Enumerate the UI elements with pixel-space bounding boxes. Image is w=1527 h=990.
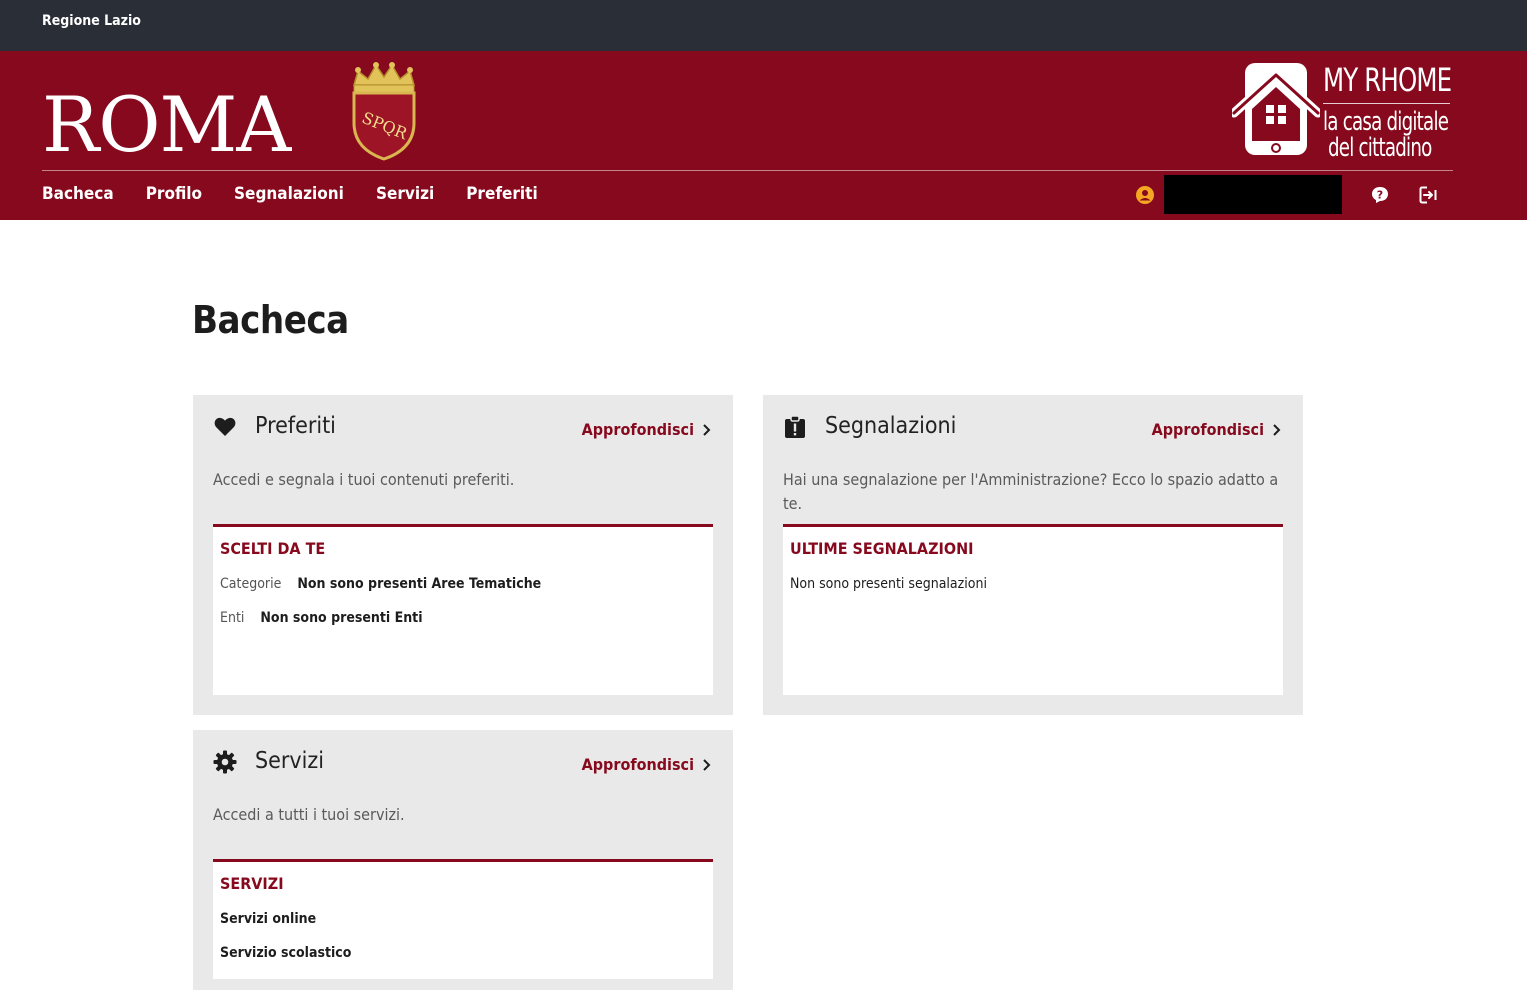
svg-text:?: ? bbox=[1377, 189, 1383, 202]
card-title: Servizi bbox=[255, 748, 324, 774]
empty-message: Non sono presenti segnalazioni bbox=[790, 576, 987, 592]
categorie-row: Categorie Non sono presenti Aree Tematic… bbox=[220, 576, 541, 592]
servizio-scolastico-link[interactable]: Servizio scolastico bbox=[220, 945, 351, 961]
main-nav: Bacheca Profilo Segnalazioni Servizi Pre… bbox=[42, 181, 570, 207]
enti-row: Enti Non sono presenti Enti bbox=[220, 610, 423, 626]
nav-item-segnalazioni[interactable]: Segnalazioni bbox=[234, 181, 344, 207]
logout-icon[interactable] bbox=[1418, 185, 1438, 205]
card-description: Hai una segnalazione per l'Amministrazio… bbox=[783, 470, 1279, 513]
nav-item-preferiti[interactable]: Preferiti bbox=[466, 181, 538, 207]
card-preferiti: Preferiti Approfondisci Accedi e segnala… bbox=[193, 395, 733, 715]
myrhome-logo[interactable]: MY RHOME la casa digitale del cittadino bbox=[1232, 61, 1454, 163]
site-header: ROMA SPQR MY RHOME la casa digitale del … bbox=[0, 51, 1527, 220]
scelti-da-te-panel: SCELTI DA TE Categorie Non sono presenti… bbox=[213, 524, 713, 695]
top-bar: Regione Lazio bbox=[0, 0, 1527, 51]
brand-title: MY RHOME bbox=[1323, 61, 1452, 99]
brand-subtitle-1: la casa digitale bbox=[1323, 107, 1449, 137]
heart-icon bbox=[214, 417, 236, 436]
spqr-crest-icon: SPQR bbox=[352, 62, 416, 161]
approfondisci-link[interactable]: Approfondisci bbox=[582, 420, 711, 439]
ultime-segnalazioni-panel: ULTIME SEGNALAZIONI Non sono presenti se… bbox=[783, 524, 1283, 695]
card-servizi: Servizi Approfondisci Accedi a tutti i t… bbox=[193, 730, 733, 990]
nav-item-profilo[interactable]: Profilo bbox=[146, 181, 202, 207]
chevron-right-icon bbox=[703, 423, 711, 436]
row-value: Non sono presenti Enti bbox=[260, 610, 423, 626]
card-description: Accedi a tutti i tuoi servizi. bbox=[213, 805, 405, 824]
chevron-right-icon bbox=[1273, 423, 1281, 436]
panel-title: ULTIME SEGNALAZIONI bbox=[790, 539, 974, 558]
card-description: Accedi e segnala i tuoi contenuti prefer… bbox=[213, 470, 515, 489]
servizi-online-link[interactable]: Servizi online bbox=[220, 911, 316, 927]
link-label: Approfondisci bbox=[581, 420, 694, 439]
header-divider bbox=[42, 170, 1453, 171]
nav-item-bacheca[interactable]: Bacheca bbox=[42, 181, 114, 207]
gear-icon bbox=[213, 750, 237, 774]
roma-logo[interactable]: ROMA bbox=[42, 87, 291, 163]
panel-title: SCELTI DA TE bbox=[220, 539, 326, 558]
clipboard-alert-icon bbox=[785, 415, 805, 438]
link-label: Approfondisci bbox=[581, 755, 694, 774]
card-title: Preferiti bbox=[255, 413, 336, 439]
help-icon[interactable]: ? bbox=[1370, 185, 1390, 205]
brand-subtitle-2: del cittadino bbox=[1328, 133, 1432, 163]
row-label: Enti bbox=[220, 610, 245, 626]
row-value: Non sono presenti Aree Tematiche bbox=[297, 576, 542, 592]
chevron-right-icon bbox=[703, 758, 711, 771]
approfondisci-link[interactable]: Approfondisci bbox=[582, 755, 711, 774]
user-name[interactable] bbox=[1164, 175, 1342, 214]
brand-divider bbox=[1323, 103, 1450, 104]
region-link[interactable]: Regione Lazio bbox=[42, 13, 141, 29]
link-label: Approfondisci bbox=[1151, 420, 1264, 439]
approfondisci-link[interactable]: Approfondisci bbox=[1152, 420, 1281, 439]
nav-item-servizi[interactable]: Servizi bbox=[376, 181, 434, 207]
panel-title: SERVIZI bbox=[220, 874, 284, 893]
servizi-panel: SERVIZI Servizi online Servizio scolasti… bbox=[213, 859, 713, 979]
house-phone-icon bbox=[1232, 63, 1320, 155]
row-label: Categorie bbox=[220, 576, 282, 592]
card-segnalazioni: Segnalazioni Approfondisci Hai una segna… bbox=[763, 395, 1303, 715]
page-title: Bacheca bbox=[192, 298, 349, 342]
user-circle-icon[interactable] bbox=[1136, 186, 1154, 204]
card-title: Segnalazioni bbox=[825, 413, 957, 439]
